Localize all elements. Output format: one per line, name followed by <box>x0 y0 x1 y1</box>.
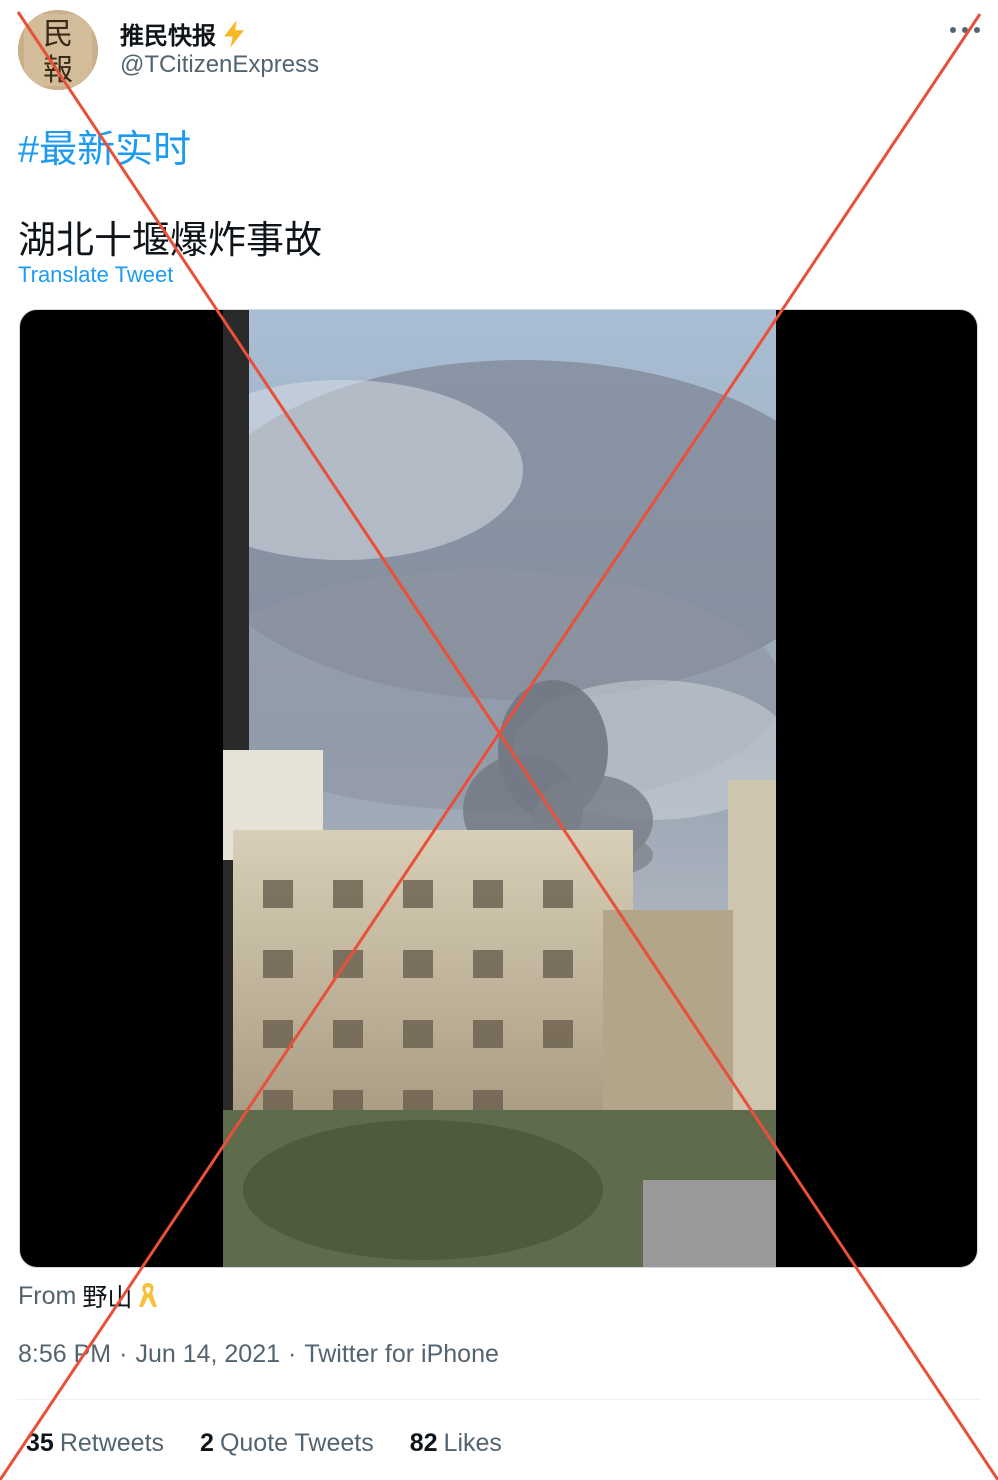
avatar-glyph-1: 民 <box>43 17 73 52</box>
tweet-text: 湖北十堰爆炸事故 <box>18 220 323 262</box>
video-frame <box>223 310 776 1267</box>
attribution: From 野山 <box>18 1278 160 1314</box>
likes-label: Likes <box>443 1429 502 1457</box>
avatar-image: 民 報 <box>18 10 98 90</box>
tweet-date[interactable]: Jun 14, 2021 <box>135 1340 280 1369</box>
avatar-glyph-2: 報 <box>43 53 73 88</box>
divider <box>18 1399 980 1400</box>
more-icon[interactable] <box>948 22 982 38</box>
quote-tweets-stat[interactable]: 2 Quote Tweets <box>200 1429 374 1458</box>
attribution-prefix: From <box>18 1281 77 1310</box>
quote-tweets-label: Quote Tweets <box>219 1429 374 1457</box>
meta-separator: · <box>288 1340 297 1368</box>
tweet-time[interactable]: 8:56 PM <box>18 1340 111 1369</box>
tweet-source[interactable]: Twitter for iPhone <box>304 1340 499 1369</box>
author-handle[interactable]: @TCitizenExpress <box>120 51 319 79</box>
likes-stat[interactable]: 82 Likes <box>410 1429 502 1458</box>
avatar[interactable]: 民 報 <box>18 10 98 90</box>
meta-separator: · <box>119 1340 128 1368</box>
retweets-label: Retweets <box>59 1429 165 1457</box>
retweets-count: 35 <box>26 1429 54 1457</box>
display-name-text: 推民快报 <box>120 23 216 50</box>
hashtag-link[interactable]: #最新实时 <box>18 118 191 173</box>
translate-tweet-link[interactable]: Translate Tweet <box>18 262 173 288</box>
retweets-stat[interactable]: 35 Retweets <box>26 1429 164 1458</box>
attribution-name[interactable]: 野山 <box>82 1278 132 1314</box>
engagement-stats: 35 Retweets 2 Quote Tweets 82 Likes <box>26 1429 538 1458</box>
quote-tweets-count: 2 <box>200 1429 214 1457</box>
display-name[interactable]: 推民快报 <box>120 16 250 51</box>
video-player[interactable] <box>19 309 978 1268</box>
tweet-timestamp: 8:56 PM · Jun 14, 2021 · Twitter for iPh… <box>18 1340 499 1369</box>
bolt-icon <box>224 19 244 48</box>
ribbon-icon <box>139 1283 158 1307</box>
likes-count: 82 <box>409 1429 438 1457</box>
